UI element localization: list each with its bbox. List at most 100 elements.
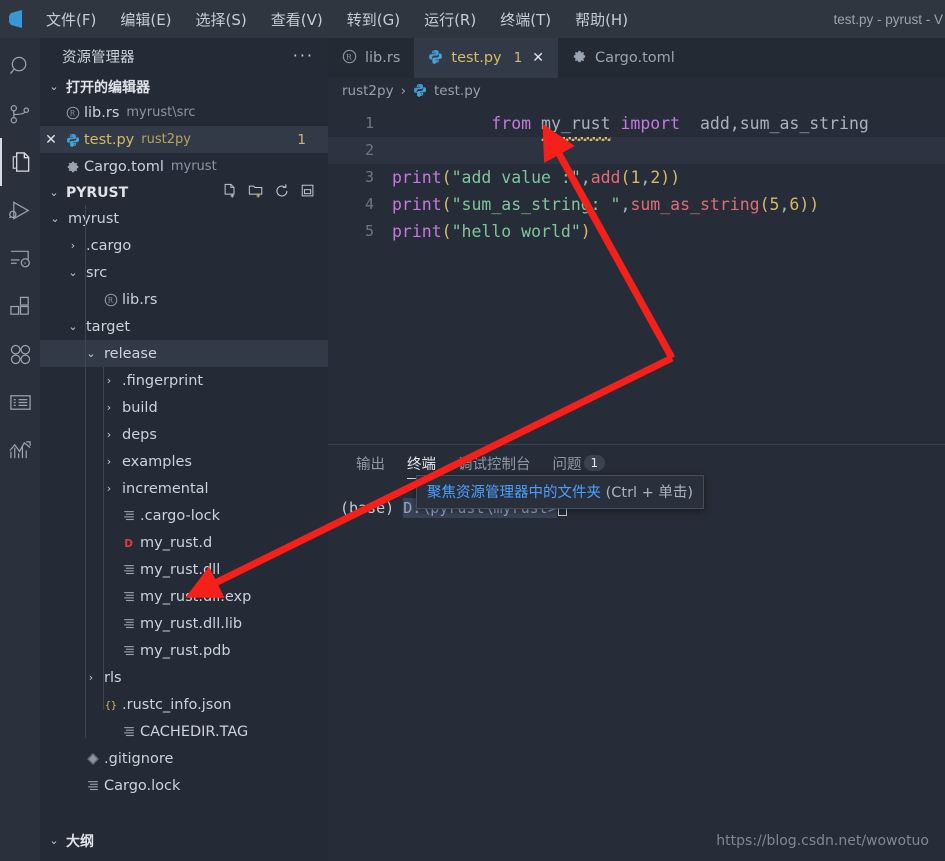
tree-row-target[interactable]: ⌄ target [40, 313, 328, 340]
git-file-icon [82, 752, 104, 766]
menu-view[interactable]: 查看(V) [259, 6, 335, 33]
source-control-icon[interactable] [0, 90, 40, 138]
extensions-icon[interactable] [0, 282, 40, 330]
chart-analytics-icon[interactable] [0, 426, 40, 474]
menu-goto[interactable]: 转到(G) [335, 6, 412, 33]
number-literal: 6 [789, 195, 800, 214]
rust-file-icon: R [100, 293, 122, 307]
tree-row-src[interactable]: ⌄ src [40, 259, 328, 286]
tree-row-incremental[interactable]: › incremental [40, 475, 328, 502]
search-icon[interactable] [0, 42, 40, 90]
tree-row-rls[interactable]: › rls [40, 664, 328, 691]
explorer-files-icon[interactable] [0, 138, 40, 186]
text-file-icon [118, 590, 140, 604]
chevron-down-icon[interactable]: ⌄ [64, 320, 82, 333]
open-editors-label: 打开的编辑器 [66, 79, 150, 96]
string-literal: "hello world" [451, 222, 581, 241]
tree-row-release[interactable]: ⌄ release [40, 340, 328, 367]
sidebar-more-actions-icon[interactable]: ··· [293, 48, 314, 64]
tree-row-my_rust.pdb[interactable]: my_rust.pdb [40, 637, 328, 664]
tree-item-label: .cargo-lock [140, 507, 221, 524]
line-number: 4 [364, 195, 374, 213]
menu-run[interactable]: 运行(R) [412, 6, 488, 33]
open-editor-row-1[interactable]: ✕ test.py rust2py 1 [40, 126, 328, 153]
tree-row-build[interactable]: › build [40, 394, 328, 421]
code-editor[interactable]: 1 from my_rust import add,sum_as_string … [328, 104, 945, 444]
collapse-all-icon[interactable] [300, 183, 316, 203]
chevron-down-icon[interactable]: ⌄ [46, 212, 64, 225]
menu-edit[interactable]: 编辑(E) [108, 6, 183, 33]
open-editor-row-0[interactable]: R lib.rs myrust\src [40, 99, 328, 126]
testing-beaker-icon[interactable] [0, 330, 40, 378]
open-editor-name: test.py [84, 131, 135, 148]
open-editor-name: Cargo.toml [84, 158, 164, 175]
project-label: PYRUST [66, 184, 129, 201]
list-panel-icon[interactable] [0, 378, 40, 426]
tree-row-my_rust.dll[interactable]: my_rust.dll [40, 556, 328, 583]
section-open-editors[interactable]: ⌄ 打开的编辑器 [40, 74, 328, 99]
tree-row-.cargo-lock[interactable]: .cargo-lock [40, 502, 328, 529]
error-squiggle [541, 137, 611, 141]
menu-help[interactable]: 帮助(H) [563, 6, 640, 33]
line-number: 2 [364, 141, 374, 159]
code-line-5: 5 print("hello world") [328, 218, 945, 245]
chevron-down-icon[interactable]: ⌄ [64, 266, 82, 279]
chevron-down-icon: ⌄ [49, 186, 59, 199]
function-call: add [590, 168, 621, 187]
tree-row-.gitignore[interactable]: .gitignore [40, 745, 328, 772]
svg-text:{}: {} [104, 700, 116, 711]
panel-tab-output[interactable]: 输出 [356, 445, 385, 481]
code-text: print("add value :",add(1,2)) [392, 168, 681, 187]
tree-row-myrust[interactable]: ⌄ myrust [40, 205, 328, 232]
refresh-icon[interactable] [274, 183, 290, 203]
tree-item-label: examples [122, 453, 192, 470]
tree-row-my_rust.d[interactable]: Dmy_rust.d [40, 529, 328, 556]
tree-row-lib.rs[interactable]: Rlib.rs [40, 286, 328, 313]
section-outline[interactable]: ⌄ 大纲 [40, 828, 328, 853]
tab-cargo-toml[interactable]: Cargo.toml [557, 38, 689, 78]
remote-explorer-icon[interactable]: >_ [0, 234, 40, 282]
code-text: print("sum_as_string: ",sum_as_string(5,… [392, 195, 820, 214]
tree-row-my_rust.dll.lib[interactable]: my_rust.dll.lib [40, 610, 328, 637]
code-text: print("hello world") [392, 222, 591, 241]
tree-row-cachedir.tag[interactable]: CACHEDIR.TAG [40, 718, 328, 745]
d-file-icon: D [118, 536, 140, 550]
tree-row-cargo.lock[interactable]: Cargo.lock [40, 772, 328, 799]
conda-env-label: (base) [340, 499, 395, 517]
run-and-debug-icon[interactable] [0, 186, 40, 234]
breadcrumb-root[interactable]: rust2py [342, 83, 394, 99]
tree-item-label: deps [122, 426, 157, 443]
gear-file-icon [62, 160, 84, 174]
tree-row-my_rust.dll.exp[interactable]: my_rust.dll.exp [40, 583, 328, 610]
section-project-pyrust[interactable]: ⌄ PYRUST [40, 180, 328, 205]
tree-item-label: target [86, 318, 131, 335]
menu-file[interactable]: 文件(F) [34, 6, 108, 33]
open-editor-row-2[interactable]: Cargo.toml myrust [40, 153, 328, 180]
line-number: 5 [364, 222, 374, 240]
new-file-icon[interactable] [222, 183, 238, 203]
tree-item-label: my_rust.pdb [140, 642, 231, 659]
menu-terminal[interactable]: 终端(T) [488, 6, 563, 33]
new-folder-icon[interactable] [248, 183, 264, 203]
tree-row-.cargo[interactable]: › .cargo [40, 232, 328, 259]
menu-selection[interactable]: 选择(S) [184, 6, 259, 33]
tree-row-.fingerprint[interactable]: › .fingerprint [40, 367, 328, 394]
close-icon[interactable]: ✕ [40, 132, 62, 148]
tree-row-examples[interactable]: › examples [40, 448, 328, 475]
tree-row-deps[interactable]: › deps [40, 421, 328, 448]
tree-item-label: myrust [68, 210, 120, 227]
chevron-right-icon[interactable]: › [64, 239, 82, 252]
tree-item-label: CACHEDIR.TAG [140, 723, 249, 740]
tree-item-label: release [104, 345, 157, 362]
tab-lib-rs[interactable]: R lib.rs [328, 38, 415, 78]
tree-item-label: incremental [122, 480, 209, 497]
imported-names: add,sum_as_string [690, 114, 869, 133]
number-literal: 5 [769, 195, 780, 214]
tab-test-py[interactable]: test.py 1 ✕ [414, 38, 558, 78]
close-icon[interactable]: ✕ [532, 50, 544, 66]
code-line-3: 3 print("add value :",add(1,2)) [328, 164, 945, 191]
vscode-logo-icon [0, 0, 34, 38]
tooltip-link-text[interactable]: 聚焦资源管理器中的文件夹 [427, 485, 601, 501]
tree-row-.rustc_info.json[interactable]: {} .rustc_info.json [40, 691, 328, 718]
number-literal: 2 [650, 168, 661, 187]
